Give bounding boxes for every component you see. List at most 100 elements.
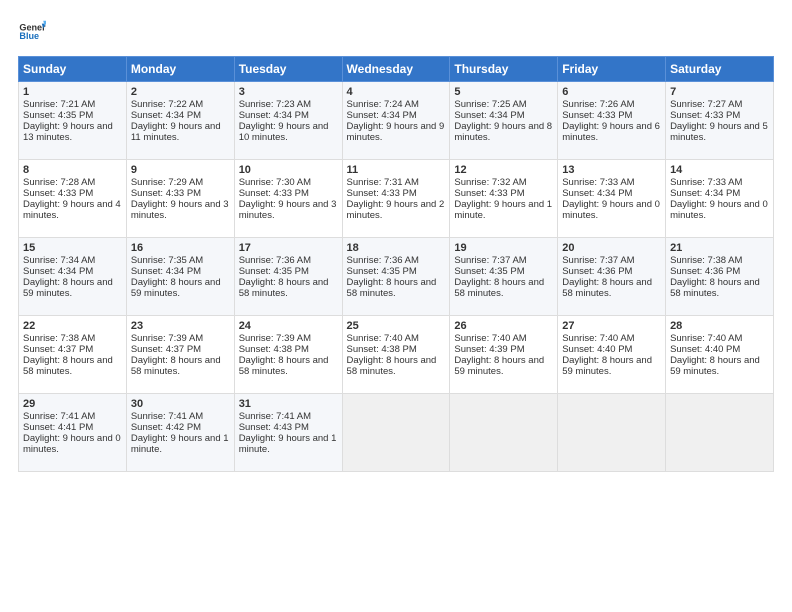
day-number: 11 (347, 164, 446, 176)
logo-icon: General Blue (18, 18, 46, 46)
svg-text:Blue: Blue (19, 31, 39, 41)
sunrise-text: Sunrise: 7:33 AM (562, 177, 661, 188)
sunset-text: Sunset: 4:33 PM (23, 188, 122, 199)
calendar-cell: 29Sunrise: 7:41 AMSunset: 4:41 PMDayligh… (19, 394, 127, 472)
calendar-table: SundayMondayTuesdayWednesdayThursdayFrid… (18, 56, 774, 472)
sunset-text: Sunset: 4:34 PM (131, 266, 230, 277)
calendar-cell: 4Sunrise: 7:24 AMSunset: 4:34 PMDaylight… (342, 82, 450, 160)
day-number: 24 (239, 320, 338, 332)
day-number: 27 (562, 320, 661, 332)
sunset-text: Sunset: 4:35 PM (239, 266, 338, 277)
day-number: 9 (131, 164, 230, 176)
daylight-text: Daylight: 8 hours and 59 minutes. (23, 277, 122, 299)
weekday-header-friday: Friday (558, 57, 666, 82)
daylight-text: Daylight: 8 hours and 58 minutes. (347, 355, 446, 377)
sunrise-text: Sunrise: 7:38 AM (23, 333, 122, 344)
sunset-text: Sunset: 4:34 PM (454, 110, 553, 121)
sunrise-text: Sunrise: 7:37 AM (562, 255, 661, 266)
daylight-text: Daylight: 9 hours and 6 minutes. (562, 121, 661, 143)
calendar-cell: 7Sunrise: 7:27 AMSunset: 4:33 PMDaylight… (666, 82, 774, 160)
sunset-text: Sunset: 4:38 PM (347, 344, 446, 355)
sunset-text: Sunset: 4:33 PM (347, 188, 446, 199)
calendar-cell: 3Sunrise: 7:23 AMSunset: 4:34 PMDaylight… (234, 82, 342, 160)
calendar-cell: 25Sunrise: 7:40 AMSunset: 4:38 PMDayligh… (342, 316, 450, 394)
sunset-text: Sunset: 4:40 PM (562, 344, 661, 355)
day-number: 18 (347, 242, 446, 254)
sunrise-text: Sunrise: 7:36 AM (239, 255, 338, 266)
sunset-text: Sunset: 4:37 PM (23, 344, 122, 355)
sunset-text: Sunset: 4:35 PM (347, 266, 446, 277)
sunrise-text: Sunrise: 7:33 AM (670, 177, 769, 188)
sunset-text: Sunset: 4:41 PM (23, 422, 122, 433)
day-number: 22 (23, 320, 122, 332)
calendar-page: General Blue SundayMondayTuesdayWednesda… (0, 0, 792, 612)
daylight-text: Daylight: 9 hours and 0 minutes. (562, 199, 661, 221)
calendar-cell: 2Sunrise: 7:22 AMSunset: 4:34 PMDaylight… (126, 82, 234, 160)
calendar-cell: 31Sunrise: 7:41 AMSunset: 4:43 PMDayligh… (234, 394, 342, 472)
sunset-text: Sunset: 4:35 PM (23, 110, 122, 121)
calendar-cell: 22Sunrise: 7:38 AMSunset: 4:37 PMDayligh… (19, 316, 127, 394)
daylight-text: Daylight: 9 hours and 0 minutes. (23, 433, 122, 455)
sunset-text: Sunset: 4:34 PM (562, 188, 661, 199)
sunset-text: Sunset: 4:36 PM (670, 266, 769, 277)
sunrise-text: Sunrise: 7:28 AM (23, 177, 122, 188)
sunset-text: Sunset: 4:37 PM (131, 344, 230, 355)
day-number: 23 (131, 320, 230, 332)
sunset-text: Sunset: 4:34 PM (670, 188, 769, 199)
calendar-cell: 10Sunrise: 7:30 AMSunset: 4:33 PMDayligh… (234, 160, 342, 238)
sunrise-text: Sunrise: 7:21 AM (23, 99, 122, 110)
sunrise-text: Sunrise: 7:38 AM (670, 255, 769, 266)
weekday-header-sunday: Sunday (19, 57, 127, 82)
day-number: 28 (670, 320, 769, 332)
calendar-cell: 11Sunrise: 7:31 AMSunset: 4:33 PMDayligh… (342, 160, 450, 238)
sunrise-text: Sunrise: 7:40 AM (347, 333, 446, 344)
calendar-cell: 14Sunrise: 7:33 AMSunset: 4:34 PMDayligh… (666, 160, 774, 238)
sunrise-text: Sunrise: 7:26 AM (562, 99, 661, 110)
sunrise-text: Sunrise: 7:31 AM (347, 177, 446, 188)
calendar-cell: 9Sunrise: 7:29 AMSunset: 4:33 PMDaylight… (126, 160, 234, 238)
calendar-cell (558, 394, 666, 472)
weekday-header-monday: Monday (126, 57, 234, 82)
daylight-text: Daylight: 9 hours and 10 minutes. (239, 121, 338, 143)
calendar-cell: 30Sunrise: 7:41 AMSunset: 4:42 PMDayligh… (126, 394, 234, 472)
daylight-text: Daylight: 9 hours and 3 minutes. (131, 199, 230, 221)
daylight-text: Daylight: 8 hours and 58 minutes. (562, 277, 661, 299)
day-number: 10 (239, 164, 338, 176)
sunrise-text: Sunrise: 7:40 AM (562, 333, 661, 344)
sunrise-text: Sunrise: 7:34 AM (23, 255, 122, 266)
sunset-text: Sunset: 4:33 PM (670, 110, 769, 121)
calendar-cell: 26Sunrise: 7:40 AMSunset: 4:39 PMDayligh… (450, 316, 558, 394)
day-number: 16 (131, 242, 230, 254)
calendar-cell: 18Sunrise: 7:36 AMSunset: 4:35 PMDayligh… (342, 238, 450, 316)
calendar-cell: 20Sunrise: 7:37 AMSunset: 4:36 PMDayligh… (558, 238, 666, 316)
day-number: 15 (23, 242, 122, 254)
daylight-text: Daylight: 8 hours and 58 minutes. (23, 355, 122, 377)
sunrise-text: Sunrise: 7:25 AM (454, 99, 553, 110)
daylight-text: Daylight: 8 hours and 58 minutes. (454, 277, 553, 299)
daylight-text: Daylight: 8 hours and 58 minutes. (131, 355, 230, 377)
daylight-text: Daylight: 9 hours and 9 minutes. (347, 121, 446, 143)
sunrise-text: Sunrise: 7:27 AM (670, 99, 769, 110)
calendar-cell (342, 394, 450, 472)
daylight-text: Daylight: 9 hours and 8 minutes. (454, 121, 553, 143)
day-number: 5 (454, 86, 553, 98)
sunset-text: Sunset: 4:36 PM (562, 266, 661, 277)
sunrise-text: Sunrise: 7:41 AM (131, 411, 230, 422)
sunrise-text: Sunrise: 7:29 AM (131, 177, 230, 188)
day-number: 3 (239, 86, 338, 98)
sunrise-text: Sunrise: 7:40 AM (454, 333, 553, 344)
daylight-text: Daylight: 8 hours and 58 minutes. (239, 355, 338, 377)
day-number: 1 (23, 86, 122, 98)
calendar-cell: 16Sunrise: 7:35 AMSunset: 4:34 PMDayligh… (126, 238, 234, 316)
weekday-header-wednesday: Wednesday (342, 57, 450, 82)
sunset-text: Sunset: 4:33 PM (131, 188, 230, 199)
daylight-text: Daylight: 8 hours and 59 minutes. (670, 355, 769, 377)
day-number: 20 (562, 242, 661, 254)
day-number: 4 (347, 86, 446, 98)
daylight-text: Daylight: 9 hours and 1 minute. (131, 433, 230, 455)
calendar-cell (666, 394, 774, 472)
day-number: 14 (670, 164, 769, 176)
daylight-text: Daylight: 8 hours and 58 minutes. (670, 277, 769, 299)
sunrise-text: Sunrise: 7:37 AM (454, 255, 553, 266)
calendar-cell: 28Sunrise: 7:40 AMSunset: 4:40 PMDayligh… (666, 316, 774, 394)
